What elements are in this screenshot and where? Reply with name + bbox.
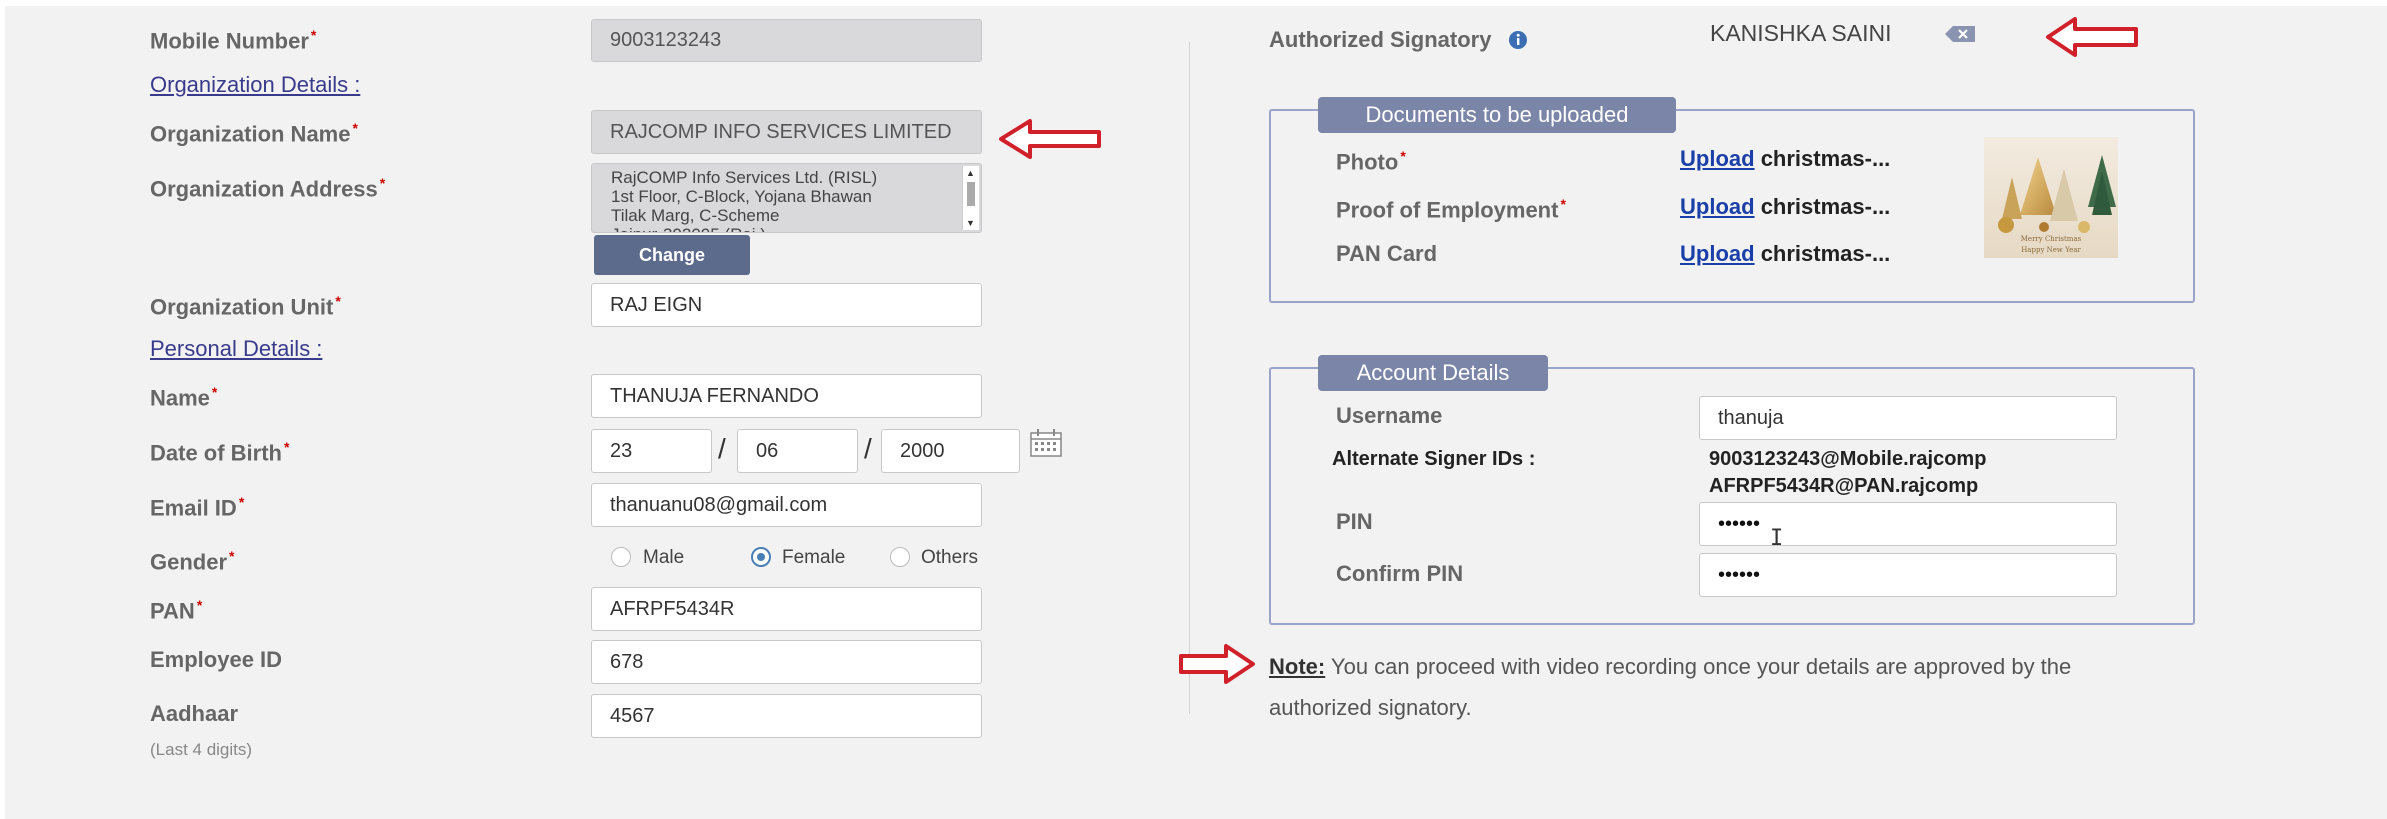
change-address-button[interactable]: Change <box>594 235 750 275</box>
org-details-heading: Organization Details : <box>150 72 361 97</box>
personal-details-heading: Personal Details : <box>150 336 323 361</box>
username-input[interactable]: thanuja <box>1699 396 2117 440</box>
dob-label: Date of Birth * <box>150 439 290 466</box>
alt-signer-id: 9003123243@Mobile.rajcomp <box>1709 448 1987 470</box>
gender-male-label[interactable]: Male <box>643 547 684 569</box>
dob-separator: / <box>718 433 726 464</box>
documents-legend: Documents to be uploaded <box>1318 97 1676 133</box>
pin-label: PIN <box>1336 509 1373 534</box>
photo-upload: Upload christmas-... <box>1680 146 1890 172</box>
aadhaar-input[interactable]: 4567 <box>591 694 982 738</box>
photo-upload-link[interactable]: Upload <box>1680 146 1755 171</box>
org-name-label: Organization Name * <box>150 120 358 147</box>
address-line: RajCOMP Info Services Ltd. (RISL) <box>611 168 878 187</box>
address-line: Tilak Marg, C-Scheme <box>611 206 780 225</box>
email-input[interactable]: thanuanu08@gmail.com <box>591 483 982 527</box>
employee-id-input[interactable]: 678 <box>591 640 982 684</box>
authorized-signatory-label: Authorized Signatory <box>1269 27 1492 52</box>
mobile-label: Mobile Number * <box>150 27 317 54</box>
org-unit-label: Organization Unit * <box>150 293 341 320</box>
note-title: Note: <box>1269 654 1326 679</box>
pan-input[interactable]: AFRPF5434R <box>591 587 982 631</box>
gender-male-radio[interactable] <box>611 547 631 567</box>
photo-label: Photo * <box>1336 148 1406 175</box>
red-arrow-icon <box>999 119 1101 159</box>
confirm-pin-label: Confirm PIN <box>1336 561 1464 586</box>
gender-others-label[interactable]: Others <box>921 547 978 569</box>
address-line: 1st Floor, C-Block, Yojana Bhawan <box>611 187 872 206</box>
dob-year-input[interactable]: 2000 <box>881 429 1020 473</box>
proof-employment-label: Proof of Employment * <box>1336 196 1566 223</box>
account-legend: Account Details <box>1318 355 1548 391</box>
text-cursor-icon: I <box>1770 526 1784 551</box>
mobile-input: 9003123243 <box>591 19 982 62</box>
dob-month-input[interactable]: 06 <box>737 429 858 473</box>
info-icon[interactable] <box>1508 30 1528 50</box>
note-body: You can proceed with video recording onc… <box>1269 654 2072 720</box>
proof-employment-upload-link[interactable]: Upload <box>1680 194 1755 219</box>
name-input[interactable]: THANUJA FERNANDO <box>591 374 982 418</box>
backspace-icon[interactable] <box>1944 24 1976 44</box>
address-line: Jaipur-302005 (Raj.) <box>611 225 877 232</box>
scroll-up-icon[interactable]: ▲ <box>966 168 975 178</box>
pan-label: PAN * <box>150 597 203 624</box>
gender-others-radio[interactable] <box>890 547 910 567</box>
alt-signer-id: AFRPF5434R@PAN.rajcomp <box>1709 475 1979 497</box>
scroll-down-icon[interactable]: ▼ <box>966 218 975 228</box>
org-name-input: RAJCOMP INFO SERVICES LIMITED <box>591 110 982 154</box>
gender-female-radio[interactable] <box>751 547 771 567</box>
dob-separator: / <box>864 433 872 464</box>
name-label: Name * <box>150 384 218 411</box>
authorized-signatory-value: KANISHKA SAINI <box>1710 20 1892 46</box>
aadhaar-label: Aadhaar <box>150 701 239 726</box>
aadhaar-hint: (Last 4 digits) <box>150 740 253 759</box>
confirm-pin-input[interactable]: •••••• <box>1699 553 2117 597</box>
pan-card-filename: christmas-... <box>1760 241 1891 266</box>
pan-card-upload: Upload christmas-... <box>1680 241 1890 267</box>
employee-id-label: Employee ID <box>150 647 283 672</box>
address-scrollbar[interactable]: ▲ ▼ <box>962 166 979 230</box>
column-divider <box>1189 42 1190 714</box>
username-label: Username <box>1336 403 1443 428</box>
proof-employment-upload: Upload christmas-... <box>1680 194 1890 220</box>
red-arrow-icon <box>1179 644 1255 684</box>
scroll-thumb[interactable] <box>967 182 975 206</box>
thumbnail-text: Happy New Year <box>2021 246 2081 254</box>
org-address-label: Organization Address * <box>150 175 386 202</box>
photo-filename: christmas-... <box>1760 146 1891 171</box>
email-label: Email ID * <box>150 494 245 521</box>
gender-label: Gender * <box>150 548 235 575</box>
pan-card-upload-link[interactable]: Upload <box>1680 241 1755 266</box>
org-unit-input[interactable]: RAJ EIGN <box>591 283 982 327</box>
pan-card-label: PAN Card <box>1336 241 1438 266</box>
proof-employment-filename: christmas-... <box>1760 194 1891 219</box>
gender-female-label[interactable]: Female <box>782 547 845 569</box>
red-arrow-icon <box>2046 17 2138 57</box>
thumbnail-text: Merry Christmas <box>2021 235 2082 243</box>
org-address-textarea[interactable]: RajCOMP Info Services Ltd. (RISL) 1st Fl… <box>591 163 982 233</box>
dob-day-input[interactable]: 23 <box>591 429 712 473</box>
calendar-icon[interactable] <box>1029 428 1063 458</box>
christmas-card-thumbnail: Merry Christmas Happy New Year <box>1984 137 2118 258</box>
alt-signer-label: Alternate Signer IDs : <box>1332 448 1536 470</box>
pin-input[interactable]: •••••• <box>1699 502 2117 546</box>
note-text: Note: You can proceed with video recordi… <box>1269 646 2169 728</box>
